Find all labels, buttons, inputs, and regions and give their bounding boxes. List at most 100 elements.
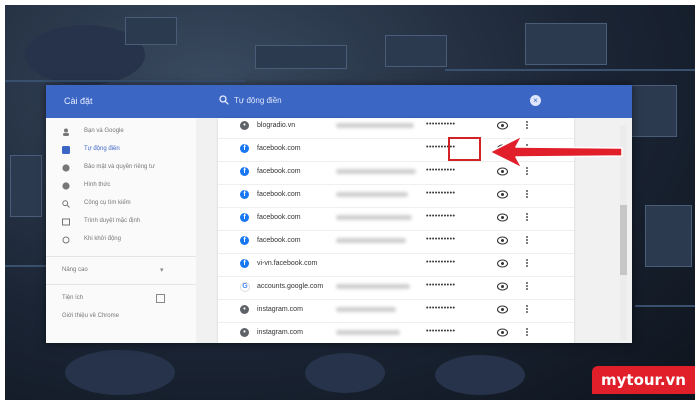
password-masked: •••••••••• <box>426 236 456 243</box>
password-masked: •••••••••• <box>426 213 456 220</box>
password-row: f facebook.com •••••••••• <box>218 230 574 254</box>
more-actions-icon[interactable] <box>525 235 529 247</box>
username-blurred <box>336 238 406 243</box>
bg-chip <box>525 23 607 65</box>
password-row: f facebook.com •••••••••• <box>218 184 574 208</box>
username-blurred <box>336 284 410 289</box>
password-masked: •••••••••• <box>426 190 456 197</box>
show-password-eye-icon[interactable] <box>497 282 508 291</box>
scrollbar-thumb[interactable] <box>620 205 627 275</box>
sidebar-item-about-chrome[interactable]: Giới thiệu về Chrome <box>46 309 196 327</box>
sidebar-item-privacy[interactable]: Bảo mật và quyền riêng tư <box>46 160 196 178</box>
facebook-icon: f <box>240 167 249 176</box>
sidebar-item-appearance[interactable]: Hình thức <box>46 178 196 196</box>
facebook-icon: f <box>240 144 249 153</box>
bg-decoration <box>435 355 525 395</box>
browser-icon <box>62 218 70 226</box>
sidebar-item-label: Công cụ tìm kiếm <box>84 200 131 206</box>
site-name: instagram.com <box>257 306 303 313</box>
bg-trace <box>5 80 245 82</box>
password-row: f facebook.com •••••••••• <box>218 207 574 231</box>
password-masked: •••••••••• <box>426 259 456 266</box>
sidebar-item-label: Trình duyệt mặc định <box>84 218 141 224</box>
password-row: • instagram.com •••••••••• <box>218 299 574 323</box>
more-actions-icon[interactable] <box>525 189 529 201</box>
person-icon <box>63 128 69 136</box>
username-blurred <box>336 215 412 220</box>
power-icon <box>62 236 70 244</box>
page-title: Cài đặt <box>64 96 93 106</box>
sidebar-item-on-startup[interactable]: Khi khởi động <box>46 232 196 250</box>
sidebar-item-label: Bạn và Google <box>84 128 124 134</box>
sidebar-item-search-engine[interactable]: Công cụ tìm kiếm <box>46 196 196 214</box>
bg-decoration <box>305 353 385 393</box>
more-actions-icon[interactable] <box>525 281 529 293</box>
bg-chip <box>125 17 177 45</box>
site-name: instagram.com <box>257 329 303 336</box>
show-password-eye-icon[interactable] <box>497 190 508 199</box>
sidebar-item-default-browser[interactable]: Trình duyệt mặc định <box>46 214 196 232</box>
chrome-settings-window: Cài đặt Tự động điền × Bạn và Google Tự … <box>46 85 632 343</box>
password-masked: •••••••••• <box>426 121 456 128</box>
autofill-icon <box>62 146 70 154</box>
bg-trace <box>5 265 51 267</box>
sidebar-item-label: Bảo mật và quyền riêng tư <box>84 164 155 170</box>
sidebar-item-autofill[interactable]: Tự động điền <box>46 142 196 160</box>
password-masked: •••••••••• <box>426 167 456 174</box>
palette-icon <box>62 182 70 190</box>
bg-trace <box>635 305 695 307</box>
clear-search-button[interactable]: × <box>530 95 541 106</box>
show-password-eye-icon[interactable] <box>497 236 508 245</box>
sidebar-item-advanced[interactable]: Nâng cao ▾ <box>46 263 196 281</box>
facebook-icon: f <box>240 259 249 268</box>
site-name: facebook.com <box>257 191 301 198</box>
more-actions-icon[interactable] <box>525 120 529 132</box>
sidebar-item-extensions[interactable]: Tiện ích <box>46 291 196 309</box>
site-name: facebook.com <box>257 214 301 221</box>
red-arrow-icon <box>489 135 623 169</box>
more-actions-icon[interactable] <box>525 212 529 224</box>
show-password-eye-icon[interactable] <box>497 259 508 268</box>
highlight-box <box>448 137 481 161</box>
sidebar-item-label: Giới thiệu về Chrome <box>62 313 119 319</box>
site-name: facebook.com <box>257 168 301 175</box>
show-password-eye-icon[interactable] <box>497 328 508 337</box>
shield-icon <box>62 164 70 172</box>
more-actions-icon[interactable] <box>525 327 529 339</box>
globe-icon: • <box>240 121 249 130</box>
site-name: blogradio.vn <box>257 122 296 129</box>
bg-decoration <box>65 350 175 395</box>
sidebar-item-label: Tiện ích <box>62 295 84 301</box>
show-password-eye-icon[interactable] <box>497 213 508 222</box>
globe-icon: • <box>240 328 249 337</box>
watermark-text: mytour.vn <box>601 371 686 389</box>
sidebar-item-label: Khi khởi động <box>84 236 121 242</box>
password-masked: •••••••••• <box>426 282 456 289</box>
close-icon: × <box>533 96 538 105</box>
app-header: Cài đặt Tự động điền × <box>46 85 632 118</box>
more-actions-icon[interactable] <box>525 258 529 270</box>
bg-chip <box>645 205 692 267</box>
password-masked: •••••••••• <box>426 305 456 312</box>
sidebar-divider <box>46 256 196 257</box>
show-password-eye-icon[interactable] <box>497 305 508 314</box>
password-masked: •••••••••• <box>426 328 456 335</box>
search-input[interactable]: Tự động điền <box>234 96 282 105</box>
facebook-icon: f <box>240 236 249 245</box>
bg-chip <box>255 45 347 69</box>
site-name: vi-vn.facebook.com <box>257 260 318 267</box>
search-icon <box>62 200 70 208</box>
bg-chip <box>10 155 42 217</box>
site-name: facebook.com <box>257 237 301 244</box>
google-icon: G <box>240 282 250 292</box>
show-password-eye-icon[interactable] <box>497 121 508 130</box>
chevron-down-icon: ▾ <box>160 267 164 274</box>
sidebar-divider <box>46 284 196 285</box>
watermark-badge: mytour.vn <box>592 366 695 394</box>
sidebar: Bạn và Google Tự động điền Bảo mật và qu… <box>46 118 196 343</box>
password-row: G accounts.google.com •••••••••• <box>218 276 574 300</box>
sidebar-item-you-and-google[interactable]: Bạn và Google <box>46 124 196 142</box>
password-row: • instagram.com •••••••••• <box>218 322 574 343</box>
sidebar-item-label: Tự động điền <box>84 146 120 152</box>
more-actions-icon[interactable] <box>525 304 529 316</box>
